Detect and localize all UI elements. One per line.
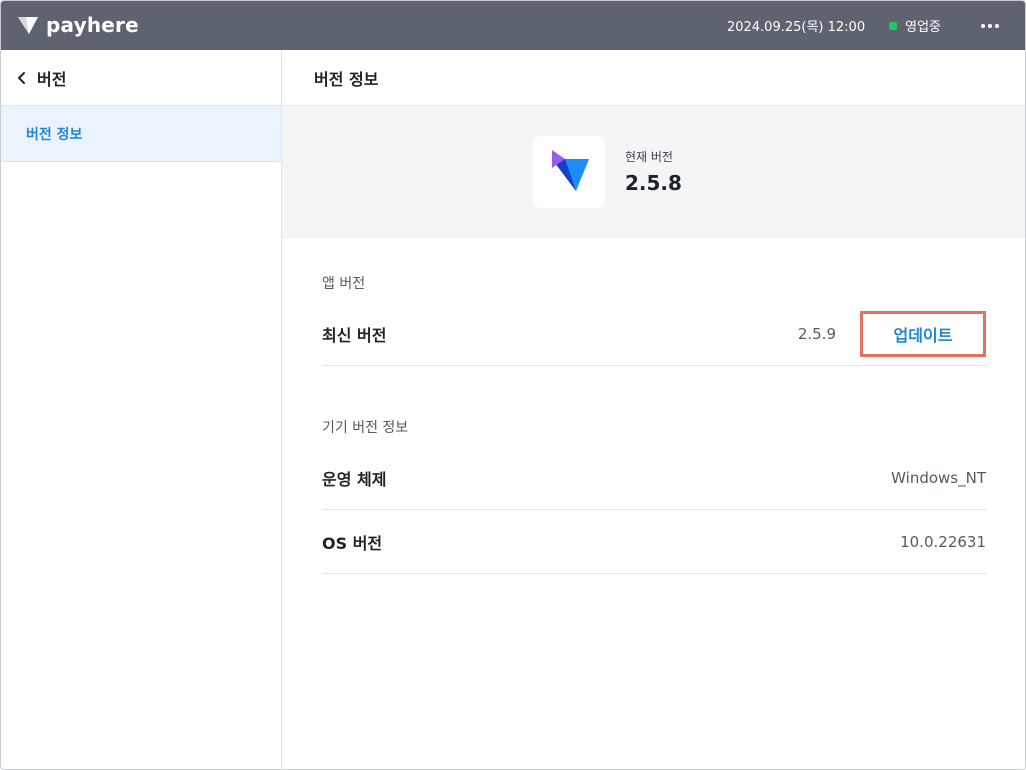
section-label: 기기 버전 정보 xyxy=(322,420,409,436)
sidebar-item-version-info[interactable]: 버전 정보 xyxy=(1,106,281,162)
sidebar: 버전 버전 정보 xyxy=(1,50,282,769)
page-title: 버전 정보 xyxy=(314,69,379,89)
os-version-row: OS 버전 10.0.22631 xyxy=(322,510,986,574)
section-label: 앱 버전 xyxy=(322,276,366,292)
sidebar-title: 버전 xyxy=(37,69,67,89)
status-indicator: 영업중 xyxy=(889,16,941,35)
app-logo-icon xyxy=(552,150,589,191)
brand-name: payhere xyxy=(46,13,139,37)
top-bar: payhere 2024.09.25(목) 12:00 영업중 xyxy=(1,1,1025,50)
current-version-value: 2.5.8 xyxy=(625,171,682,195)
update-button[interactable]: 업데이트 xyxy=(860,310,986,357)
os-row: 운영 체제 Windows_NT xyxy=(322,446,986,510)
back-button[interactable]: 버전 xyxy=(1,50,281,106)
more-dot xyxy=(995,23,999,28)
top-right-area: 2024.09.25(목) 12:00 영업중 xyxy=(727,1,999,50)
latest-version-value: 2.5.9 xyxy=(797,324,836,343)
app-version-section: 앱 버전 xyxy=(322,273,986,293)
current-version-label: 현재 버전 xyxy=(625,150,673,164)
device-version-section: 기기 버전 정보 xyxy=(322,417,986,437)
chevron-left-icon xyxy=(18,71,25,84)
datetime: 2024.09.25(목) 12:00 xyxy=(726,20,866,35)
row-label: 최신 버전 xyxy=(322,325,387,345)
os-value: Windows_NT xyxy=(891,468,986,487)
more-horizontal-icon[interactable] xyxy=(981,23,999,28)
brand: payhere xyxy=(17,13,139,37)
row-label: OS 버전 xyxy=(322,533,383,553)
more-dot xyxy=(981,23,985,28)
current-version: 현재 버전 2.5.8 xyxy=(625,148,682,195)
update-button-label: 업데이트 xyxy=(893,325,953,345)
status-dot xyxy=(889,21,898,30)
os-version-value: 10.0.22631 xyxy=(900,532,986,551)
more-dot xyxy=(988,23,992,28)
status-label: 영업중 xyxy=(905,20,941,35)
payhere-logo-icon xyxy=(18,17,38,34)
app-icon-tile xyxy=(533,136,605,208)
latest-version-row: 최신 버전 2.5.9 업데이트 xyxy=(322,302,986,366)
main-header: 버전 정보 xyxy=(282,50,1025,106)
row-label: 운영 체제 xyxy=(322,469,387,489)
row-right: 2.5.9 업데이트 xyxy=(797,310,986,357)
sidebar-item-label: 버전 정보 xyxy=(26,126,83,143)
current-version-panel: 현재 버전 2.5.8 xyxy=(282,106,1025,238)
main-content: 버전 정보 현재 버전 2.5.8 앱 버전 최신 버전 2.5.9 업데이트 … xyxy=(282,50,1025,769)
app-window: payhere 2024.09.25(목) 12:00 영업중 버전 버전 정보 xyxy=(0,0,1026,770)
